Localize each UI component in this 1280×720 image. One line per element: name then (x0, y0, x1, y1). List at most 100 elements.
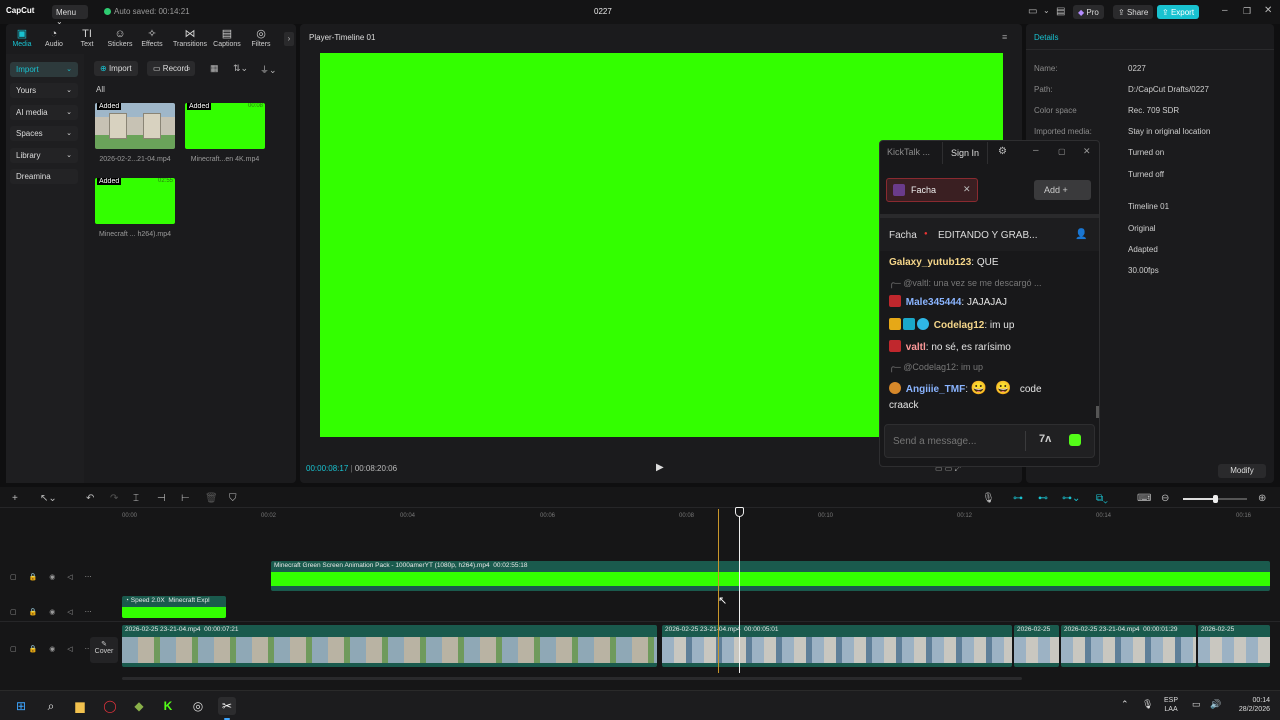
import-button[interactable]: ⊕ Import (94, 61, 138, 76)
track-controls[interactable]: ▢ 🔒 ◉ ◁ ⋯ (10, 608, 97, 616)
file-explorer-icon[interactable]: ▆ (71, 697, 89, 715)
user-icon[interactable]: 👤 (1075, 229, 1087, 240)
chat-username[interactable]: valtl (906, 342, 926, 353)
search-icon[interactable]: ⌕ (186, 63, 191, 74)
minimize-icon[interactable]: – (1033, 145, 1039, 156)
split-right-icon[interactable]: ⊢ (181, 493, 190, 504)
speed-clip[interactable]: ◔ Speed 2.0X Minecraft Expl (122, 596, 226, 618)
main-clip-5[interactable]: 2026-02-25 (1198, 625, 1270, 667)
category-ai-media[interactable]: AI media ⌄ (10, 105, 78, 120)
chat-username[interactable]: Male345444 (906, 297, 962, 308)
preview-axis-icon[interactable]: ⧉⌄ (1096, 493, 1108, 504)
kick-icon[interactable]: K (159, 697, 177, 715)
snap-icon[interactable]: ⊶⌄ (1062, 493, 1080, 504)
tool-media[interactable]: ▣ Media (6, 28, 38, 48)
shortcuts-icon[interactable]: ▤ (1056, 6, 1065, 17)
search-icon[interactable]: ⌕ (42, 697, 60, 715)
media-clip-3[interactable]: Added 02:55 (95, 178, 175, 224)
play-icon[interactable]: ▶ (656, 462, 664, 473)
sort-icon[interactable]: ⇅⌄ (233, 63, 248, 74)
main-clip-2[interactable]: 2026-02-25 23-21-04.mp4 00:00:05:01 (662, 625, 1012, 667)
kick-emote-icon[interactable]: 7ʌ (1039, 433, 1051, 445)
tool-effects[interactable]: ✧ Effects (136, 28, 168, 48)
minimize-icon[interactable]: – (1222, 5, 1228, 16)
timeline-scrollbar[interactable] (122, 677, 1022, 680)
tool-captions[interactable]: ▤ Captions (211, 28, 243, 48)
add-track-icon[interactable]: + (12, 493, 18, 504)
select-tool-icon[interactable]: ↖⌄ (40, 493, 57, 504)
chat-username[interactable]: Angiiie_TMF (906, 384, 965, 395)
tool-transitions[interactable]: ⋈ Transitions (172, 28, 208, 48)
zoom-slider-handle[interactable] (1213, 495, 1218, 503)
modify-button[interactable]: Modify (1218, 464, 1266, 478)
playhead[interactable] (739, 509, 740, 673)
mic-icon[interactable]: 🎙 (1142, 699, 1153, 710)
close-icon[interactable]: ✕ (1264, 5, 1272, 16)
category-yours[interactable]: Yours ⌄ (10, 83, 78, 98)
category-import[interactable]: Import ⌄ (10, 62, 78, 77)
export-button[interactable]: ⇪ Export (1157, 5, 1200, 19)
chevron-right-icon[interactable]: › (284, 32, 294, 46)
cover-button[interactable]: ✎ Cover (90, 637, 118, 663)
channel-tab-facha[interactable]: Facha ✕ (886, 178, 978, 202)
player-menu-icon[interactable]: ≡ (1002, 32, 1007, 42)
split-icon[interactable]: ⌶ (133, 493, 139, 504)
chat-username[interactable]: Codelag12 (934, 320, 985, 331)
playhead-handle[interactable] (735, 507, 744, 517)
windows-start-icon[interactable]: ⊞ (12, 697, 30, 715)
category-dreamina[interactable]: Dreamina (10, 169, 78, 184)
main-clip-4[interactable]: 2026-02-25 23-21-04.mp4 00:00:01:29 (1061, 625, 1196, 667)
filter-all[interactable]: All (96, 85, 105, 94)
media-clip-1[interactable]: Added (95, 103, 175, 149)
undo-icon[interactable]: ↶ (86, 493, 94, 504)
add-channel-button[interactable]: Add + (1034, 180, 1091, 200)
chevron-up-icon[interactable]: ⌃ (1121, 699, 1129, 710)
tool-text[interactable]: TI Text (71, 28, 103, 48)
link-auto-icon[interactable]: ⊷ (1038, 493, 1048, 504)
main-clip-1[interactable]: 2026-02-25 23-21-04.mp4 00:00:07:21 (122, 625, 657, 667)
track-controls[interactable]: ▢ 🔒 ◉ ◁ ⋯ (10, 645, 97, 653)
sign-in-button[interactable]: Sign In (942, 142, 988, 164)
pro-button[interactable]: ◆ Pro (1073, 5, 1104, 19)
language-indicator[interactable]: ESP LAA (1164, 696, 1178, 714)
delete-icon[interactable]: 🗑 (205, 493, 218, 504)
settings-gear-icon[interactable]: ⚙ (998, 146, 1007, 157)
shield-icon[interactable]: ⛉ (229, 493, 237, 504)
zoom-out-icon[interactable]: ⊖ (1161, 493, 1169, 504)
mic-icon[interactable]: 🎙 (982, 493, 995, 504)
capcut-icon[interactable]: ✂ (218, 697, 236, 715)
category-spaces[interactable]: Spaces ⌄ (10, 126, 78, 141)
tool-audio[interactable]: ◔ Audio (38, 28, 70, 48)
layout-icon[interactable]: ▭ (1028, 6, 1037, 17)
fit-icon[interactable]: ⌨ (1137, 493, 1151, 504)
network-icon[interactable]: ▭ (1192, 699, 1201, 710)
message-input[interactable] (893, 433, 1023, 449)
view-grid-icon[interactable]: ▦ (210, 63, 219, 74)
chat-scrollbar[interactable] (1096, 406, 1099, 418)
track-controls[interactable]: ▢ 🔒 ◉ ◁ ⋯ (10, 573, 97, 581)
split-left-icon[interactable]: ⊣ (157, 493, 166, 504)
tool-stickers[interactable]: ☺ Stickers (104, 28, 136, 48)
category-library[interactable]: Library ⌄ (10, 148, 78, 163)
clock[interactable]: 00:14 28/2/2026 (1228, 696, 1270, 714)
opera-icon[interactable]: ◯ (101, 697, 119, 715)
tool-filters[interactable]: ◎ Filters (245, 28, 277, 48)
main-clip-3[interactable]: 2026-02-25 (1014, 625, 1059, 667)
obs-icon[interactable]: ◎ (189, 697, 207, 715)
media-clip-2[interactable]: Added 00:08 (185, 103, 265, 149)
link-main-icon[interactable]: ⊶ (1013, 493, 1023, 504)
volume-icon[interactable]: 🔊 (1210, 699, 1221, 710)
minecraft-icon[interactable]: ◆ (130, 697, 148, 715)
zoom-slider[interactable] (1183, 495, 1247, 503)
close-tab-icon[interactable]: ✕ (963, 184, 971, 195)
overlay-clip[interactable]: Minecraft Green Screen Animation Pack - … (271, 561, 1270, 591)
share-button[interactable]: ⇪ Share (1113, 5, 1154, 19)
maximize-icon[interactable]: ❐ (1243, 6, 1251, 17)
zoom-in-icon[interactable]: ⊕ (1258, 493, 1266, 504)
filter-icon[interactable]: ⏚⌄ (260, 63, 277, 76)
emote-picker-icon[interactable] (1069, 434, 1081, 446)
close-icon[interactable]: ✕ (1083, 146, 1091, 157)
menu-button[interactable]: Menu ⌄ (52, 5, 88, 26)
maximize-icon[interactable]: ▢ (1058, 147, 1066, 156)
redo-icon[interactable]: ↷ (110, 493, 118, 504)
